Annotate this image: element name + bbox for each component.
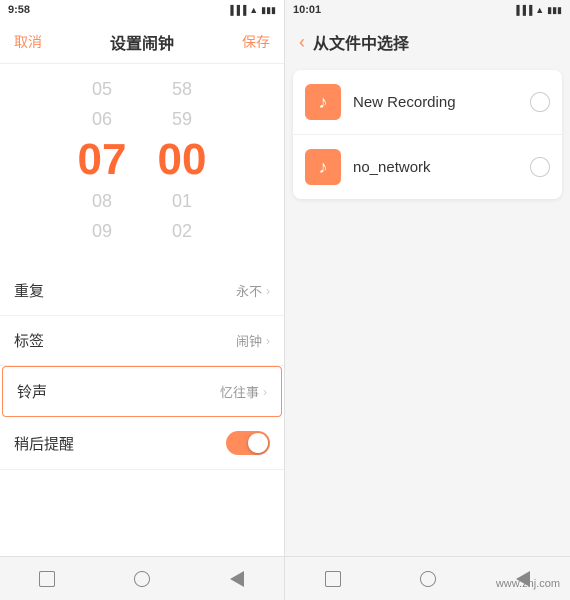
- repeat-label: 重复: [14, 280, 44, 301]
- right-panel: 10:01 ▐▐▐ ▲ ▮▮▮ ‹ 从文件中选择 ♪ New Recording…: [285, 0, 570, 600]
- right-status-time: 10:01: [293, 4, 321, 16]
- time-picker[interactable]: 05 06 07 08 09 58 59 00 01 02: [0, 64, 284, 256]
- music-note-icon-2: ♪: [319, 157, 328, 178]
- file-item-no-network[interactable]: ♪ no_network: [293, 135, 562, 199]
- r-square-icon: [325, 571, 341, 587]
- hour-plus2: 09: [92, 216, 112, 246]
- snooze-toggle[interactable]: [226, 431, 270, 455]
- settings-list: 重复 永不 › 标签 闹钟 › 铃声 忆往事 › 稍后提醒: [0, 266, 284, 556]
- status-bar-left: 9:58 ▐▐▐ ▲ ▮▮▮: [0, 0, 284, 20]
- label-setting[interactable]: 标签 闹钟 ›: [0, 316, 284, 366]
- hour-minus1: 06: [92, 104, 112, 134]
- back-icon: [230, 571, 244, 587]
- square-icon: [39, 571, 55, 587]
- ringtone-value: 忆往事 ›: [220, 382, 267, 401]
- status-bar-right: 10:01 ▐▐▐ ▲ ▮▮▮: [285, 0, 570, 20]
- label-value: 闹钟 ›: [236, 331, 270, 350]
- cancel-button[interactable]: 取消: [14, 32, 42, 52]
- left-bottom-nav: [0, 556, 284, 600]
- music-note-icon: ♪: [319, 92, 328, 113]
- repeat-setting[interactable]: 重复 永不 ›: [0, 266, 284, 316]
- r-signal-icon: ▐▐▐: [513, 5, 532, 15]
- wifi-icon: ▲: [249, 5, 258, 15]
- ringtone-chevron-icon: ›: [263, 385, 267, 399]
- r-battery-icon: ▮▮▮: [547, 5, 562, 16]
- left-panel: 9:58 ▐▐▐ ▲ ▮▮▮ 取消 设置闹钟 保存 05 06 07 08 09…: [0, 0, 285, 600]
- nav-back-button[interactable]: [223, 565, 251, 593]
- min-plus2: 02: [172, 216, 192, 246]
- back-button[interactable]: ‹: [299, 32, 305, 53]
- music-icon-new-recording: ♪: [305, 84, 341, 120]
- no-network-name: no_network: [353, 159, 530, 176]
- time-picker-inner: 05 06 07 08 09 58 59 00 01 02: [0, 64, 284, 256]
- new-recording-radio[interactable]: [530, 92, 550, 112]
- r-nav-home-button[interactable]: [414, 565, 442, 593]
- repeat-value: 永不 ›: [236, 281, 270, 300]
- save-button[interactable]: 保存: [242, 32, 270, 52]
- nav-home-button[interactable]: [128, 565, 156, 593]
- right-status-icons: ▐▐▐ ▲ ▮▮▮: [513, 5, 562, 16]
- hour-selected: 07: [78, 134, 127, 186]
- min-selected: 00: [158, 134, 207, 186]
- header-right: ‹ 从文件中选择: [285, 20, 570, 64]
- ringtone-label: 铃声: [17, 381, 47, 402]
- repeat-chevron-icon: ›: [266, 284, 270, 298]
- r-wifi-icon: ▲: [535, 5, 544, 15]
- no-network-radio[interactable]: [530, 157, 550, 177]
- left-status-icons: ▐▐▐ ▲ ▮▮▮: [227, 5, 276, 16]
- music-icon-no-network: ♪: [305, 149, 341, 185]
- battery-icon: ▮▮▮: [261, 5, 276, 16]
- left-status-time: 9:58: [8, 4, 30, 16]
- watermark: www.znj.com: [496, 578, 560, 590]
- header-left: 取消 设置闹钟 保存: [0, 20, 284, 64]
- hours-column[interactable]: 05 06 07 08 09: [62, 74, 142, 246]
- snooze-label: 稍后提醒: [14, 433, 74, 454]
- new-recording-name: New Recording: [353, 94, 530, 111]
- hour-minus2: 05: [92, 74, 112, 104]
- file-item-new-recording[interactable]: ♪ New Recording: [293, 70, 562, 135]
- hour-plus1: 08: [92, 186, 112, 216]
- min-minus2: 58: [172, 74, 192, 104]
- min-plus1: 01: [172, 186, 192, 216]
- snooze-setting[interactable]: 稍后提醒: [0, 417, 284, 470]
- minutes-column[interactable]: 58 59 00 01 02: [142, 74, 222, 246]
- right-page-title: 从文件中选择: [313, 30, 409, 54]
- nav-square-button[interactable]: [33, 565, 61, 593]
- ringtone-value-text: 忆往事: [220, 382, 259, 401]
- label-label: 标签: [14, 330, 44, 351]
- file-list: ♪ New Recording ♪ no_network: [293, 70, 562, 199]
- label-chevron-icon: ›: [266, 334, 270, 348]
- circle-icon: [134, 571, 150, 587]
- signal-icon: ▐▐▐: [227, 5, 246, 15]
- repeat-value-text: 永不: [236, 281, 262, 300]
- min-minus1: 59: [172, 104, 192, 134]
- ringtone-setting[interactable]: 铃声 忆往事 ›: [2, 366, 282, 417]
- r-circle-icon: [420, 571, 436, 587]
- label-value-text: 闹钟: [236, 331, 262, 350]
- r-nav-square-button[interactable]: [319, 565, 347, 593]
- left-page-title: 设置闹钟: [110, 30, 174, 54]
